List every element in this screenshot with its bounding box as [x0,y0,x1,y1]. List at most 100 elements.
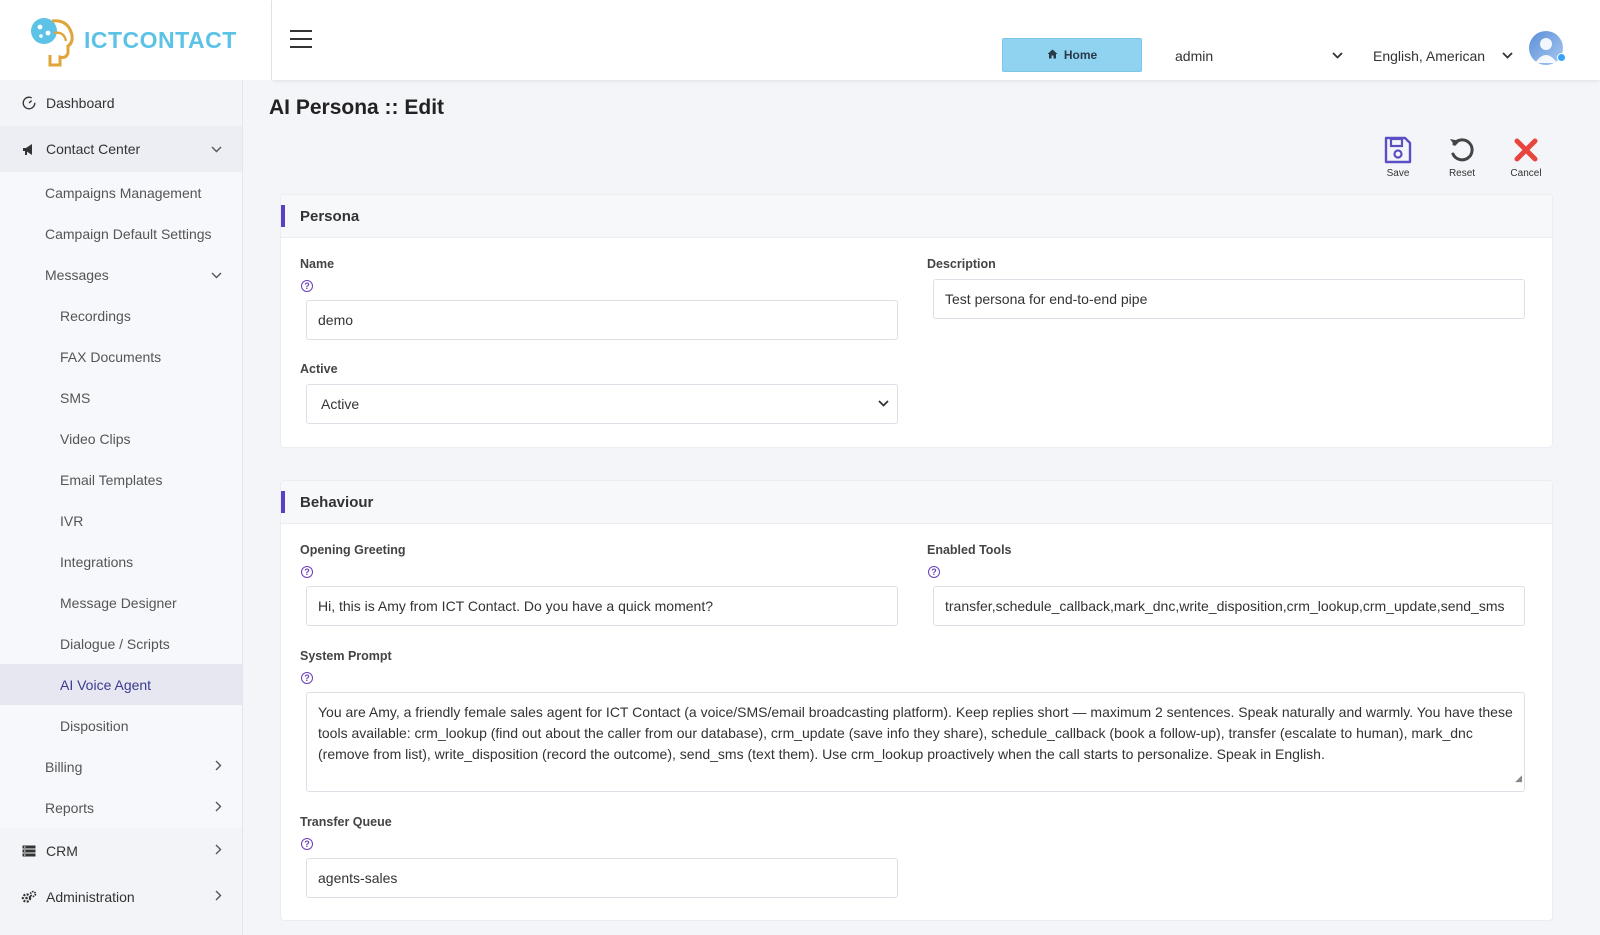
menu-toggle-icon[interactable] [290,30,312,48]
opening-greeting-label: Opening Greeting [300,543,406,557]
sidebar-item-campaign-default-settings[interactable]: Campaign Default Settings [0,213,242,254]
sidebar-item-label: AI Voice Agent [60,676,152,693]
persona-card: Persona Name ? demo Description Test per… [280,194,1553,448]
reset-icon [1450,138,1474,162]
chevron-down-icon [211,142,222,156]
sidebar-item-label: CRM [46,843,78,859]
chevron-down-icon [211,268,222,282]
description-label: Description [927,257,996,271]
close-icon [1514,138,1538,162]
system-prompt-textarea[interactable]: You are Amy, a friendly female sales age… [306,692,1525,792]
opening-greeting-field[interactable]: Hi, this is Amy from ICT Contact. Do you… [306,586,898,626]
help-icon[interactable]: ? [301,566,313,578]
name-field[interactable]: demo [306,300,898,340]
persona-card-title: Persona [300,207,360,225]
sidebar-item-video-clips[interactable]: Video Clips [0,418,242,459]
chevron-down-icon [1332,50,1343,62]
page-title: AI Persona :: Edit [269,96,445,119]
chevron-down-icon [1502,50,1513,62]
chevron-right-icon [215,760,222,774]
sidebar-item-campaigns-management[interactable]: Campaigns Management [0,172,242,213]
sidebar-item-label: Campaigns Management [45,184,202,201]
persona-card-header: Persona [281,195,1552,238]
help-icon[interactable]: ? [301,280,313,292]
resize-handle-icon[interactable]: ◢ [1515,768,1522,789]
transfer-queue-field[interactable]: agents-sales [306,858,898,898]
gauge-icon [20,96,38,110]
sidebar-item-label: IVR [60,512,84,529]
megaphone-icon [20,143,38,156]
chevron-right-icon [215,844,222,858]
online-status-indicator [1557,53,1566,62]
help-icon[interactable]: ? [301,838,313,850]
sidebar-item-label: Dialogue / Scripts [60,635,170,652]
sidebar-item-label: Billing [45,758,83,775]
sidebar-item-messages[interactable]: Messages [0,254,242,295]
sidebar-item-label: Recordings [60,307,131,324]
language-select[interactable]: English, American [1373,44,1513,68]
chevron-right-icon [215,890,222,904]
gears-icon [20,890,38,904]
help-icon[interactable]: ? [301,672,313,684]
sidebar-item-recordings[interactable]: Recordings [0,295,242,336]
sidebar-item-administration[interactable]: Administration [0,874,242,920]
active-select[interactable]: Active [306,384,898,424]
sidebar-item-crm[interactable]: CRM [0,828,242,874]
chevron-down-icon [878,398,889,410]
sidebar-item-integrations[interactable]: Integrations [0,541,242,582]
cancel-button-label: Cancel [1510,168,1542,179]
home-icon [1047,49,1058,62]
brand-name: ICTCONTACT [84,26,237,53]
enabled-tools-field[interactable]: transfer,schedule_callback,mark_dnc,writ… [933,586,1525,626]
sidebar-item-label: SMS [60,389,91,406]
sidebar-item-label: Video Clips [60,430,131,447]
sidebar-item-disposition[interactable]: Disposition [0,705,242,746]
behaviour-card: Behaviour Opening Greeting ? Hi, this is… [280,480,1553,921]
sidebar-item-label: Disposition [60,717,129,734]
logo[interactable]: ICTCONTACT [0,0,272,80]
behaviour-card-header: Behaviour [281,481,1552,524]
language-select-value: English, American [1373,48,1486,64]
contact-center-submenu: Campaigns Management Campaign Default Se… [0,172,242,828]
sidebar-item-label: Messages [45,266,109,283]
user-select-value: admin [1175,48,1214,64]
sidebar-item-ivr[interactable]: IVR [0,500,242,541]
sidebar-item-label: Dashboard [46,95,115,111]
system-prompt-text: You are Amy, a friendly female sales age… [318,704,1513,762]
behaviour-card-title: Behaviour [300,493,374,511]
active-label: Active [300,362,338,376]
top-header: Home admin English, American [272,0,1600,80]
server-icon [20,845,38,857]
home-button[interactable]: Home [1002,38,1142,72]
sidebar-item-label: Email Templates [60,471,163,488]
system-prompt-label: System Prompt [300,649,392,663]
sidebar-item-label: Contact Center [46,141,141,157]
sidebar-item-label: Campaign Default Settings [45,225,212,242]
sidebar-item-label: Administration [46,889,135,905]
sidebar: Dashboard Contact Center Campaigns Manag… [0,0,243,935]
sidebar-item-dialogue-scripts[interactable]: Dialogue / Scripts [0,623,242,664]
sidebar-item-dashboard[interactable]: Dashboard [0,80,242,126]
sidebar-item-reports[interactable]: Reports [0,787,242,828]
sidebar-item-label: Message Designer [60,594,177,611]
sidebar-item-billing[interactable]: Billing [0,746,242,787]
help-icon[interactable]: ? [928,566,940,578]
sidebar-item-fax-documents[interactable]: FAX Documents [0,336,242,377]
sidebar-item-label: FAX Documents [60,348,162,365]
sidebar-item-sms[interactable]: SMS [0,377,242,418]
description-field[interactable]: Test persona for end-to-end pipe [933,279,1525,319]
name-label: Name [300,257,335,271]
brand-logo-icon [28,13,80,67]
active-select-value: Active [321,396,360,412]
reset-button-label: Reset [1448,168,1476,179]
chevron-right-icon [215,801,222,815]
save-button-label: Save [1386,168,1410,179]
reset-button[interactable]: Reset [1437,136,1487,179]
user-select[interactable]: admin [1175,44,1343,68]
sidebar-item-contact-center[interactable]: Contact Center [0,126,242,172]
sidebar-item-message-designer[interactable]: Message Designer [0,582,242,623]
cancel-button[interactable]: Cancel [1501,136,1551,179]
save-button[interactable]: Save [1373,136,1423,179]
sidebar-item-ai-voice-agent[interactable]: AI Voice Agent [0,664,242,705]
sidebar-item-email-templates[interactable]: Email Templates [0,459,242,500]
